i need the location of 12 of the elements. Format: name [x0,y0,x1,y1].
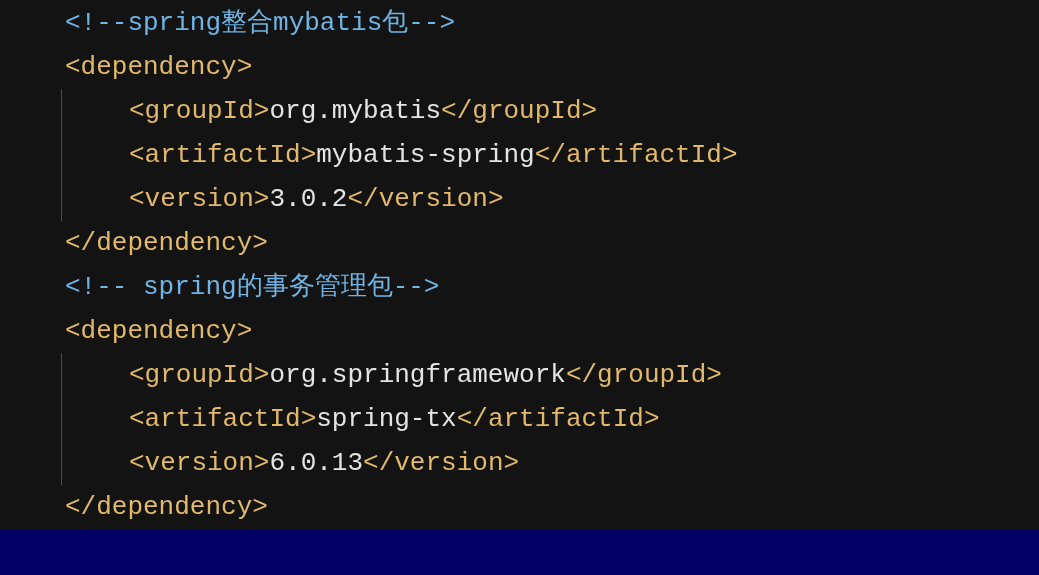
code-line: <dependency> [65,315,253,348]
code-line: </dependency> [65,491,268,524]
code-line: <!-- spring的事务管理包--> [65,271,440,304]
code-line: </dependency> [65,227,268,260]
code-line: <version>6.0.13</version> [129,447,520,480]
code-line: <dependency> [65,51,253,84]
code-line: <groupId>org.springframework</groupId> [129,359,722,392]
code-line: <version>3.0.2</version> [129,183,504,216]
code-line: <!--spring整合mybatis包--> [65,7,456,40]
code-line: <groupId>org.mybatis</groupId> [129,95,598,128]
code-line: <artifactId>spring-tx</artifactId> [129,403,660,436]
code-line: <artifactId>mybatis-spring</artifactId> [129,139,738,172]
